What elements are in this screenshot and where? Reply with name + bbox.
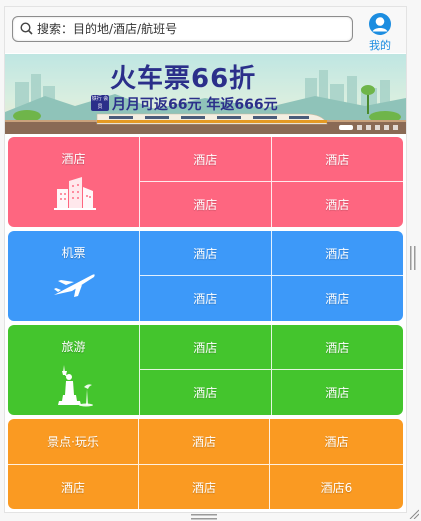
category-cell[interactable]: 酒店	[139, 419, 270, 464]
carousel-dot[interactable]	[357, 125, 362, 130]
statue-of-liberty-icon	[58, 365, 93, 407]
category-travel-cells: 酒店 酒店 酒店 酒店	[140, 325, 403, 415]
category-attractions-row: 酒店 酒店 酒店6	[8, 465, 403, 509]
category-label: 酒店	[61, 152, 86, 166]
banner-badge: 铁行 会员	[91, 95, 109, 111]
category-label: 机票	[61, 246, 86, 260]
category-cell[interactable]: 酒店	[271, 325, 403, 370]
my-account-label: 我的	[369, 39, 391, 52]
carousel-dot[interactable]	[375, 125, 380, 130]
category-travel-main[interactable]: 旅游	[8, 325, 140, 415]
user-avatar-icon	[369, 13, 391, 35]
mobile-page: 我的	[4, 6, 407, 513]
category-cell[interactable]: 酒店	[140, 370, 272, 415]
hotel-building-icon	[54, 177, 96, 210]
category-attractions: 景点·玩乐 酒店 酒店 酒店 酒店 酒店6	[8, 419, 403, 509]
category-flight: 机票 酒店 酒店 酒店 酒店	[8, 231, 403, 321]
category-cell[interactable]: 酒店	[272, 276, 404, 321]
category-cell[interactable]: 酒店	[272, 370, 404, 415]
category-cell[interactable]: 酒店	[140, 276, 272, 321]
category-cell[interactable]: 酒店6	[270, 465, 403, 509]
banner-subtitle: 月月可返66元 年返666元	[112, 97, 278, 113]
category-hotel-cells: 酒店 酒店 酒店 酒店	[140, 137, 403, 227]
carousel-dot[interactable]	[366, 125, 371, 130]
bottom-resize-grip[interactable]	[191, 514, 217, 520]
category-cell[interactable]: 酒店	[140, 137, 272, 182]
search-box[interactable]	[12, 16, 353, 42]
promo-banner[interactable]: 火车票66折 铁行 会员 月月可返66元 年返666元	[5, 54, 406, 134]
search-input[interactable]	[37, 19, 347, 39]
search-icon	[20, 22, 33, 35]
category-attractions-main[interactable]: 景点·玩乐	[8, 419, 139, 464]
category-travel: 旅游 酒店 酒店 酒店 酒店	[8, 325, 403, 415]
browser-viewport: 我的	[0, 0, 421, 521]
airplane-icon	[54, 274, 95, 297]
category-flight-cells: 酒店 酒店 酒店 酒店	[140, 231, 403, 321]
category-label: 旅游	[61, 340, 86, 354]
carousel-dot-active[interactable]	[339, 125, 353, 130]
category-grid: 酒店 酒店 酒店 酒店 酒店 机票 酒店 酒店 酒店 酒店 旅游 酒店 酒店 酒…	[8, 137, 403, 512]
carousel-dot[interactable]	[384, 125, 389, 130]
category-cell[interactable]: 酒店	[140, 231, 272, 276]
category-cell[interactable]: 酒店	[140, 182, 272, 227]
scrollbar-handle[interactable]	[410, 246, 416, 270]
category-cell[interactable]: 酒店	[140, 325, 272, 370]
category-hotel-main[interactable]: 酒店	[8, 137, 140, 227]
carousel-dots	[339, 125, 398, 130]
category-hotel: 酒店 酒店 酒店 酒店 酒店	[8, 137, 403, 227]
category-cell[interactable]: 酒店	[272, 182, 404, 227]
my-account-button[interactable]: 我的	[365, 12, 395, 52]
category-cell[interactable]: 酒店	[271, 137, 403, 182]
category-cell[interactable]: 酒店	[139, 465, 270, 509]
carousel-dot[interactable]	[393, 125, 398, 130]
resize-corner-icon[interactable]	[408, 508, 419, 519]
category-cell[interactable]: 酒店	[271, 231, 403, 276]
category-attractions-row: 景点·玩乐 酒店 酒店	[8, 419, 403, 465]
category-flight-main[interactable]: 机票	[8, 231, 140, 321]
category-cell[interactable]: 酒店	[270, 419, 403, 464]
banner-title: 火车票66折	[110, 64, 257, 94]
category-cell[interactable]: 酒店	[8, 465, 139, 509]
top-header: 我的	[5, 7, 406, 53]
